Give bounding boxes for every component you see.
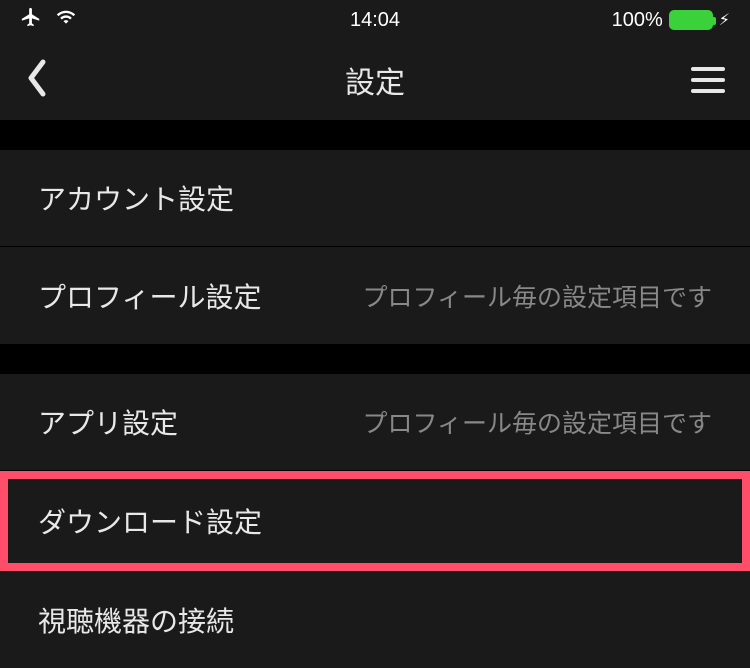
menu-button[interactable] [691, 67, 725, 93]
wifi-icon [54, 7, 78, 33]
list-item-account-settings[interactable]: アカウント設定 [0, 150, 750, 247]
charging-icon: ⚡︎ [719, 10, 730, 30]
battery-icon [669, 10, 713, 30]
settings-section-2: アプリ設定 プロフィール毎の設定項目です ダウンロード設定 視聴機器の接続 [0, 374, 750, 668]
page-title: 設定 [345, 58, 405, 102]
list-item-app-settings[interactable]: アプリ設定 プロフィール毎の設定項目です [0, 374, 750, 471]
settings-section-1: アカウント設定 プロフィール設定 プロフィール毎の設定項目です [0, 150, 750, 344]
section-spacer [0, 344, 750, 374]
item-label: ダウンロード設定 [38, 501, 262, 541]
status-bar: 14:04 100% ⚡︎ [0, 0, 750, 40]
battery-text: 100% [612, 9, 663, 32]
item-label: アカウント設定 [38, 178, 234, 218]
item-subtitle: プロフィール毎の設定項目です [342, 404, 712, 440]
item-label: 視聴機器の接続 [38, 600, 234, 640]
list-item-device-connection[interactable]: 視聴機器の接続 [0, 571, 750, 668]
item-label: プロフィール設定 [38, 276, 261, 316]
section-spacer [0, 120, 750, 150]
back-button[interactable] [25, 58, 49, 103]
status-time: 14:04 [350, 9, 400, 32]
item-subtitle: プロフィール毎の設定項目です [342, 278, 712, 314]
status-right: 100% ⚡︎ [612, 9, 730, 32]
status-left [20, 6, 78, 34]
item-label: アプリ設定 [38, 402, 178, 442]
airplane-icon [20, 6, 42, 34]
nav-bar: 設定 [0, 40, 750, 120]
list-item-profile-settings[interactable]: プロフィール設定 プロフィール毎の設定項目です [0, 247, 750, 344]
list-item-download-settings[interactable]: ダウンロード設定 [0, 471, 750, 571]
